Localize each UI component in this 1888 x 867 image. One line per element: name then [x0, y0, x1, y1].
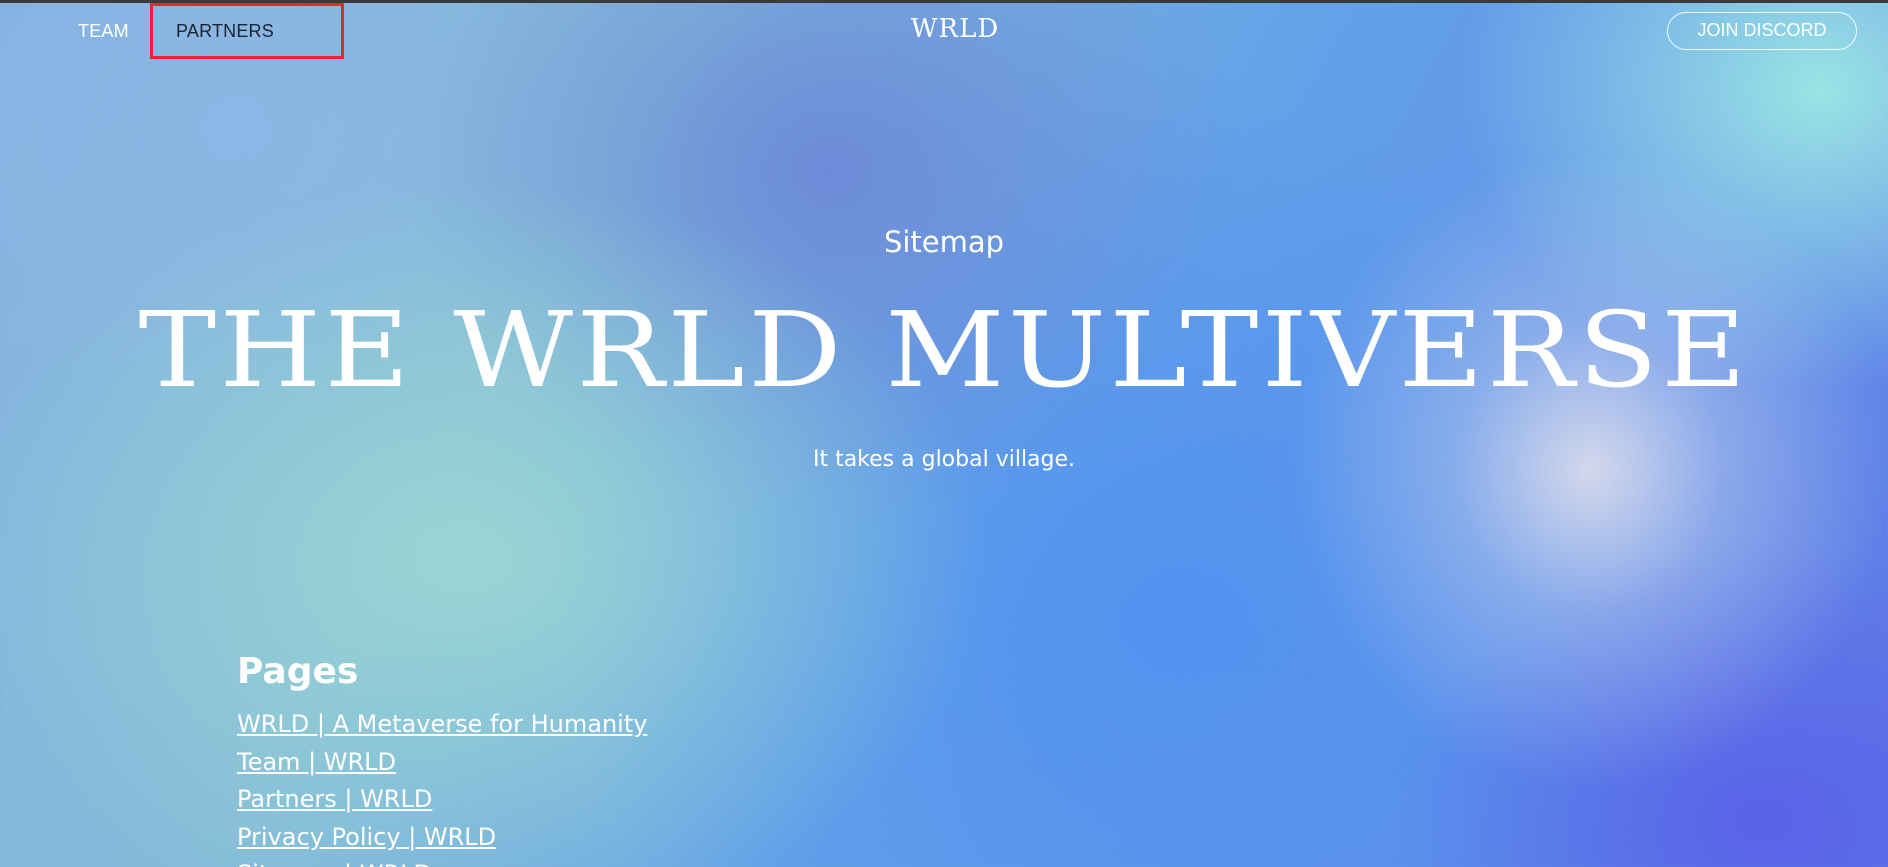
page-link-privacy[interactable]: Privacy Policy | WRLD — [237, 819, 647, 857]
wrld-logo[interactable]: WRLD — [890, 14, 1020, 44]
pages-heading: Pages — [237, 651, 359, 692]
page-link-team[interactable]: Team | WRLD — [237, 744, 647, 782]
page-link-home[interactable]: WRLD | A Metaverse for Humanity — [237, 706, 647, 744]
pages-section: Pages WRLD | A Metaverse for Humanity Te… — [237, 648, 647, 867]
page-link-partners[interactable]: Partners | WRLD — [237, 781, 647, 819]
page-link-sitemap[interactable]: Sitemap | WRLD — [237, 856, 647, 867]
partners-highlight-box — [150, 3, 344, 59]
page-title: THE WRLD MULTIVERSE — [138, 289, 1750, 411]
page-eyebrow: Sitemap — [883, 225, 1005, 259]
nav-team-link[interactable]: TEAM — [78, 21, 129, 42]
join-discord-button[interactable]: JOIN DISCORD — [1667, 12, 1857, 50]
page-tagline: It takes a global village. — [812, 447, 1076, 472]
